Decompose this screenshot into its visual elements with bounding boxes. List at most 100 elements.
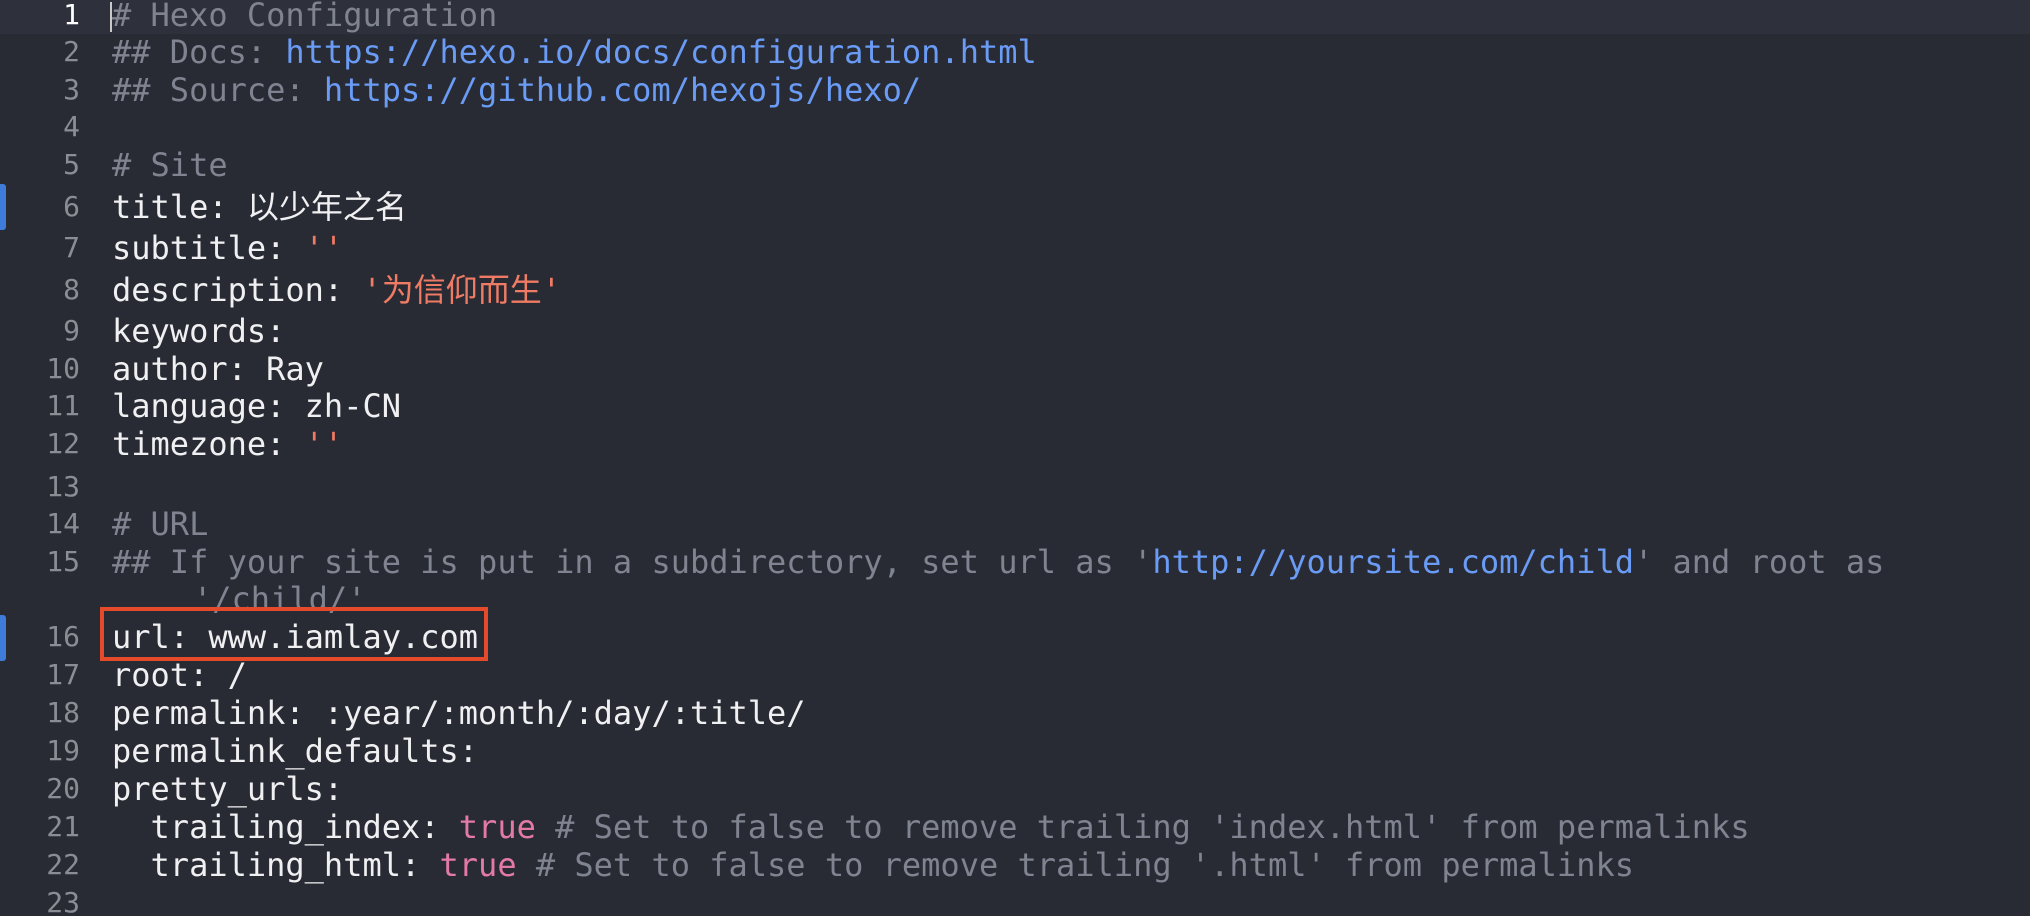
code-line-20[interactable]: 20 pretty_urls: [0, 770, 2030, 808]
code-line-23[interactable]: 23 [0, 884, 2030, 916]
code-line-6[interactable]: 6 title: 以少年之名 [0, 188, 2030, 226]
line-number: 8 [63, 273, 80, 306]
line-code: # Hexo Configuration [112, 0, 497, 34]
token-comment: # URL [112, 505, 209, 543]
code-line-4[interactable]: 4 [0, 108, 2030, 146]
line-number: 19 [46, 734, 80, 767]
token-plain: zh-CN [304, 387, 401, 425]
line-number: 20 [46, 772, 80, 805]
token-comment: # Hexo Configuration [112, 0, 498, 34]
code-line-10[interactable]: 10 author: Ray [0, 350, 2030, 388]
token-comment: ## If your site is put in a subdirectory… [112, 543, 1153, 581]
token-string: '' [304, 229, 344, 267]
line-code: author: Ray [112, 350, 324, 388]
token-key: root: [112, 656, 228, 694]
line-code: # Site [112, 146, 228, 184]
code-line-22[interactable]: 22 trailing_html: true # Set to false to… [0, 846, 2030, 884]
code-editor[interactable]: 1 # Hexo Configuration 2 ## Docs: https://h… [0, 0, 2030, 916]
code-line-12[interactable]: 12 timezone: '' [0, 425, 2030, 463]
code-line-11[interactable]: 11 language: zh-CN [0, 387, 2030, 425]
line-code: ## Docs: https://hexo.io/docs/configurat… [112, 33, 1037, 71]
token-key: pretty_urls: [112, 770, 344, 808]
code-line-15[interactable]: 15 ## If your site is put in a subdirecto… [0, 543, 2030, 581]
token-link: https://hexo.io/docs/configuration.html [285, 33, 1037, 71]
token-plain: / [227, 656, 247, 694]
code-line-8[interactable]: 8 description: '为信仰而生' [0, 271, 2030, 309]
code-line-14[interactable]: 14 # URL [0, 505, 2030, 543]
token-key: keywords: [112, 312, 286, 350]
line-code: keywords: [112, 312, 285, 350]
token-key: description: [112, 271, 363, 309]
code-line-13[interactable]: 13 [0, 468, 2030, 506]
line-code: pretty_urls: [112, 770, 343, 808]
code-line-19[interactable]: 19 permalink_defaults: [0, 732, 2030, 770]
code-line-1[interactable]: 1 # Hexo Configuration [0, 0, 2030, 34]
line-number: 21 [46, 810, 80, 843]
line-code: trailing_html: true # Set to false to re… [112, 846, 1634, 884]
line-number: 16 [46, 620, 80, 653]
token-comment: # Set to false to remove trailing 'index… [535, 808, 1750, 846]
line-code: permalink: :year/:month/:day/:title/ [112, 694, 806, 732]
line-code: permalink_defaults: [112, 732, 478, 770]
code-line-2[interactable]: 2 ## Docs: https://hexo.io/docs/configura… [0, 33, 2030, 71]
line-code: language: zh-CN [112, 387, 401, 425]
token-key: timezone: [112, 425, 305, 463]
line-number: 14 [46, 507, 80, 540]
token-key: subtitle: [112, 229, 305, 267]
token-comment: # Set to false to remove trailing '.html… [516, 846, 1634, 884]
token-comment: ' and root as [1633, 543, 1885, 581]
line-code: trailing_index: true # Set to false to r… [112, 808, 1750, 846]
token-key: trailing_index: [112, 808, 459, 846]
code-line-3[interactable]: 3 ## Source: https://github.com/hexojs/he… [0, 71, 2030, 109]
token-link: https://github.com/hexojs/hexo/ [323, 71, 922, 109]
token-bool: true [458, 808, 536, 846]
token-link: http://yoursite.com/child [1152, 543, 1634, 581]
code-line-5[interactable]: 5 # Site [0, 146, 2030, 184]
token-key: trailing_html: [112, 846, 440, 884]
token-plain: :year/:month/:day/:title/ [323, 694, 806, 732]
token-key: permalink_defaults: [112, 732, 479, 770]
code-line-18[interactable]: 18 permalink: :year/:month/:day/:title/ [0, 694, 2030, 732]
line-number: 18 [46, 696, 80, 729]
change-marker-line-6 [0, 184, 6, 230]
token-comment: ## Docs: [112, 33, 286, 71]
token-plain: Ray [266, 350, 324, 388]
token-comment: # Site [112, 146, 228, 184]
line-number: 9 [63, 314, 80, 347]
line-number: 2 [63, 35, 80, 68]
line-number: 5 [63, 148, 80, 181]
code-line-9[interactable]: 9 keywords: [0, 312, 2030, 350]
token-plain: 以少年之名 [246, 188, 407, 226]
line-number: 11 [46, 389, 80, 422]
line-number: 15 [46, 545, 80, 578]
text-cursor [110, 2, 112, 32]
line-number: 22 [46, 848, 80, 881]
code-line-17[interactable]: 17 root: / [0, 656, 2030, 694]
token-string: '' [304, 425, 344, 463]
token-comment: ## Source: [112, 71, 324, 109]
line-number: 23 [46, 886, 80, 916]
line-code: title: 以少年之名 [112, 188, 407, 226]
token-key: title: [112, 188, 247, 226]
code-line-7[interactable]: 7 subtitle: '' [0, 229, 2030, 267]
token-key: language: [112, 387, 305, 425]
code-line-21[interactable]: 21 trailing_index: true # Set to false t… [0, 808, 2030, 846]
line-number: 7 [63, 231, 80, 264]
token-bool: true [439, 846, 517, 884]
line-number: 12 [46, 427, 80, 460]
line-number: 10 [46, 352, 80, 385]
line-code: # URL [112, 505, 208, 543]
line-number: 17 [46, 658, 80, 691]
line-code: ## Source: https://github.com/hexojs/hex… [112, 71, 921, 109]
line-code: description: '为信仰而生' [112, 271, 561, 309]
line-code: subtitle: '' [112, 229, 343, 267]
token-key: author: [112, 350, 267, 388]
token-string: '为信仰而生' [362, 271, 561, 309]
highlight-box-url [100, 607, 488, 661]
line-number: 1 [63, 0, 80, 31]
line-code: ## If your site is put in a subdirectory… [112, 543, 1884, 581]
change-marker-line-16 [0, 615, 6, 661]
line-code: timezone: '' [112, 425, 343, 463]
token-key: permalink: [112, 694, 324, 732]
line-number: 6 [63, 190, 80, 223]
